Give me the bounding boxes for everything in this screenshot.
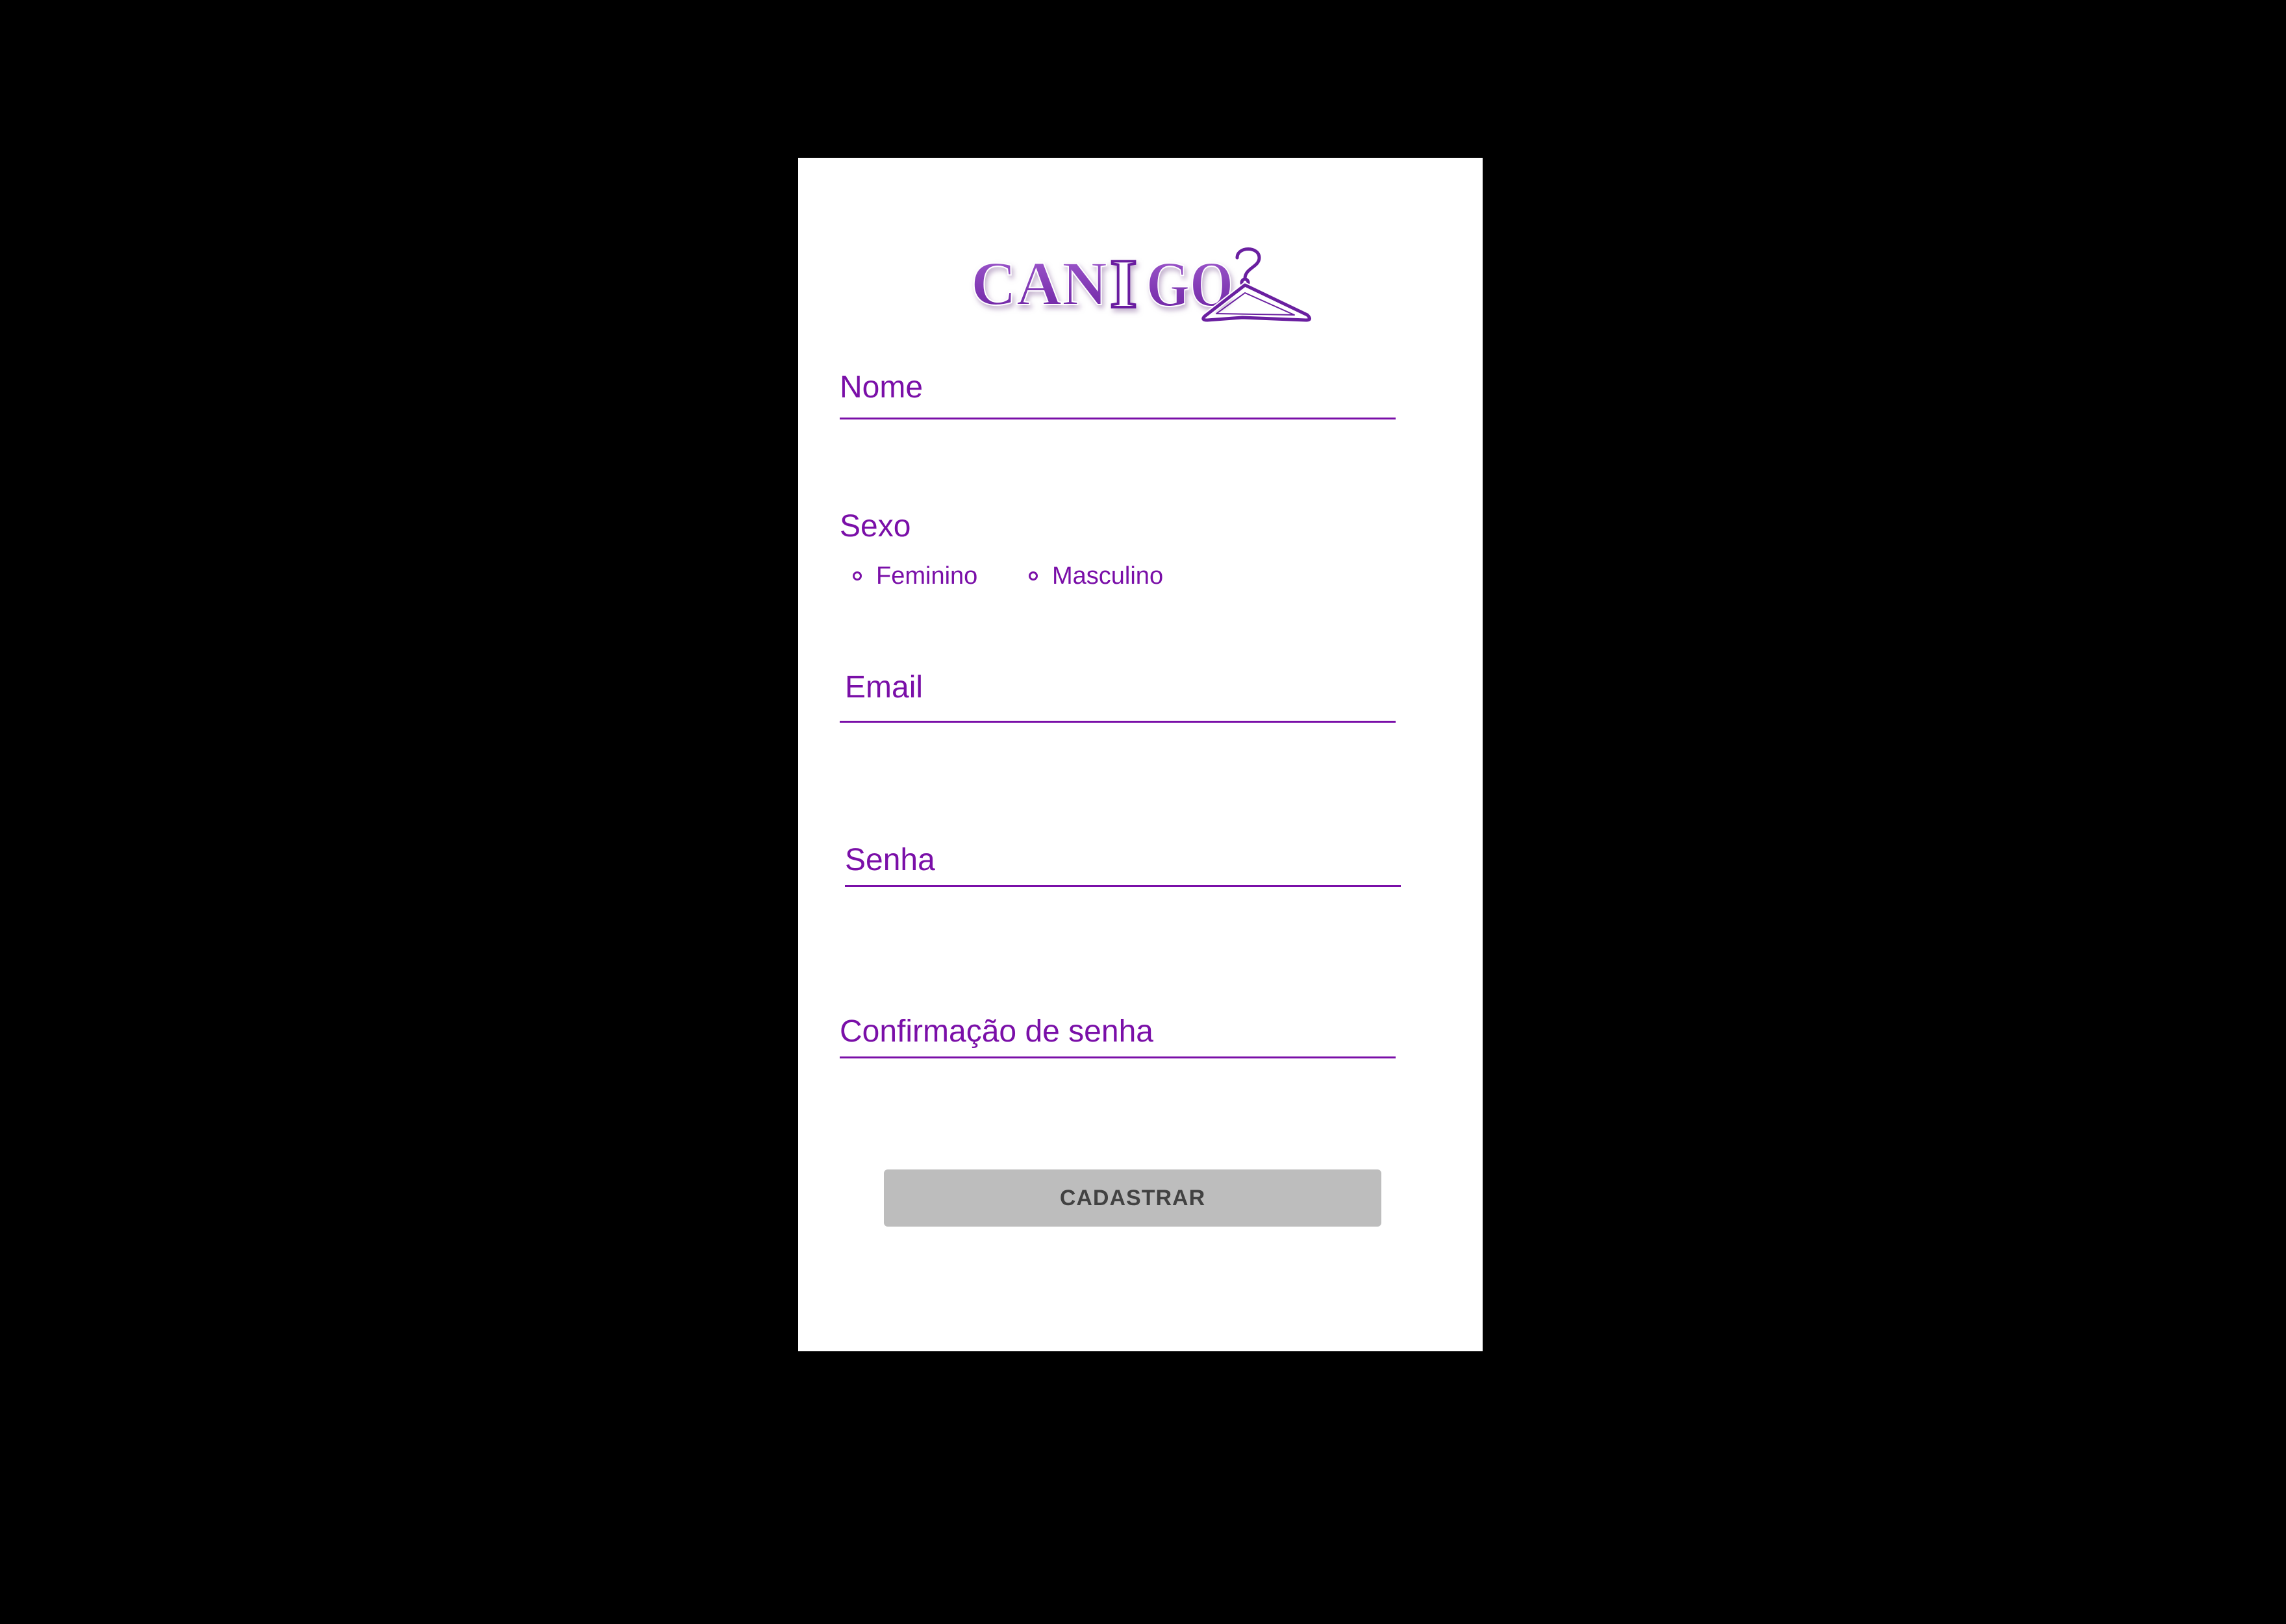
app-logo: CAN I GO [970,234,1320,332]
svg-text:GO: GO [1146,248,1233,320]
screen-background: CAN I GO Nome Sexo Feminino Masculino Em… [0,0,2286,1624]
password-confirm-placeholder: Confirmação de senha [840,1014,1153,1049]
password-confirm-underline [840,1056,1396,1058]
radio-feminino[interactable]: Feminino [853,562,977,590]
password-placeholder: Senha [845,843,935,877]
radio-unchecked-icon [1029,571,1038,581]
radio-masculino[interactable]: Masculino [1029,562,1163,590]
radio-unchecked-icon [853,571,862,581]
name-field[interactable]: Nome [840,372,1396,421]
name-underline [840,418,1396,419]
radio-feminino-label: Feminino [876,562,978,590]
name-placeholder: Nome [840,370,923,405]
sex-label: Sexo [840,509,911,543]
email-placeholder: Email [845,670,923,705]
password-underline [845,885,1401,887]
password-field[interactable]: Senha [845,845,1401,889]
email-field[interactable]: Email [840,672,1396,724]
password-confirm-field[interactable]: Confirmação de senha [840,1016,1396,1060]
radio-masculino-label: Masculino [1052,562,1164,590]
email-underline [840,721,1396,723]
signup-button[interactable]: CADASTRAR [884,1169,1381,1227]
signup-screen: CAN I GO Nome Sexo Feminino Masculino Em… [798,158,1483,1351]
svg-text:I: I [1110,245,1137,323]
svg-text:CAN: CAN [971,249,1107,318]
